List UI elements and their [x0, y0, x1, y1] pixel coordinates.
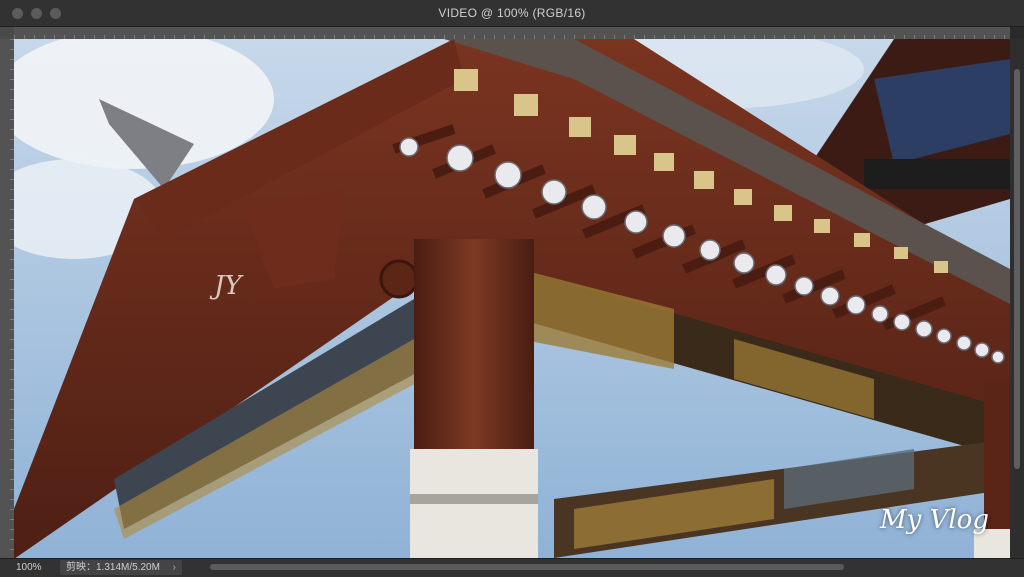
zoom-level[interactable]: 100% [16, 562, 42, 573]
vertical-scroll-thumb[interactable] [1014, 69, 1020, 469]
vertical-scrollbar[interactable] [1010, 39, 1024, 558]
document-info-menu[interactable]: 剪映：1.314M/5.20M › [60, 560, 182, 575]
vertical-ruler[interactable] [0, 39, 14, 558]
horizontal-ruler[interactable] [14, 27, 1010, 39]
ruler-origin[interactable] [0, 27, 14, 39]
watermark-logo: JY [214, 271, 242, 301]
vlog-watermark: My Vlog [880, 505, 989, 535]
horizontal-scroll-thumb[interactable] [210, 564, 844, 570]
status-bar: 100% 剪映：1.314M/5.20M › [0, 558, 1024, 577]
document-canvas[interactable]: JY My Vlog [14, 39, 1010, 558]
document-info-text: 剪映：1.314M/5.20M [66, 562, 160, 573]
window-title: VIDEO @ 100% (RGB/16) [438, 6, 586, 20]
title-bar: VIDEO @ 100% (RGB/16) [0, 0, 1024, 27]
temple-roof-photo [14, 39, 1010, 558]
chevron-right-icon: › [172, 562, 176, 573]
